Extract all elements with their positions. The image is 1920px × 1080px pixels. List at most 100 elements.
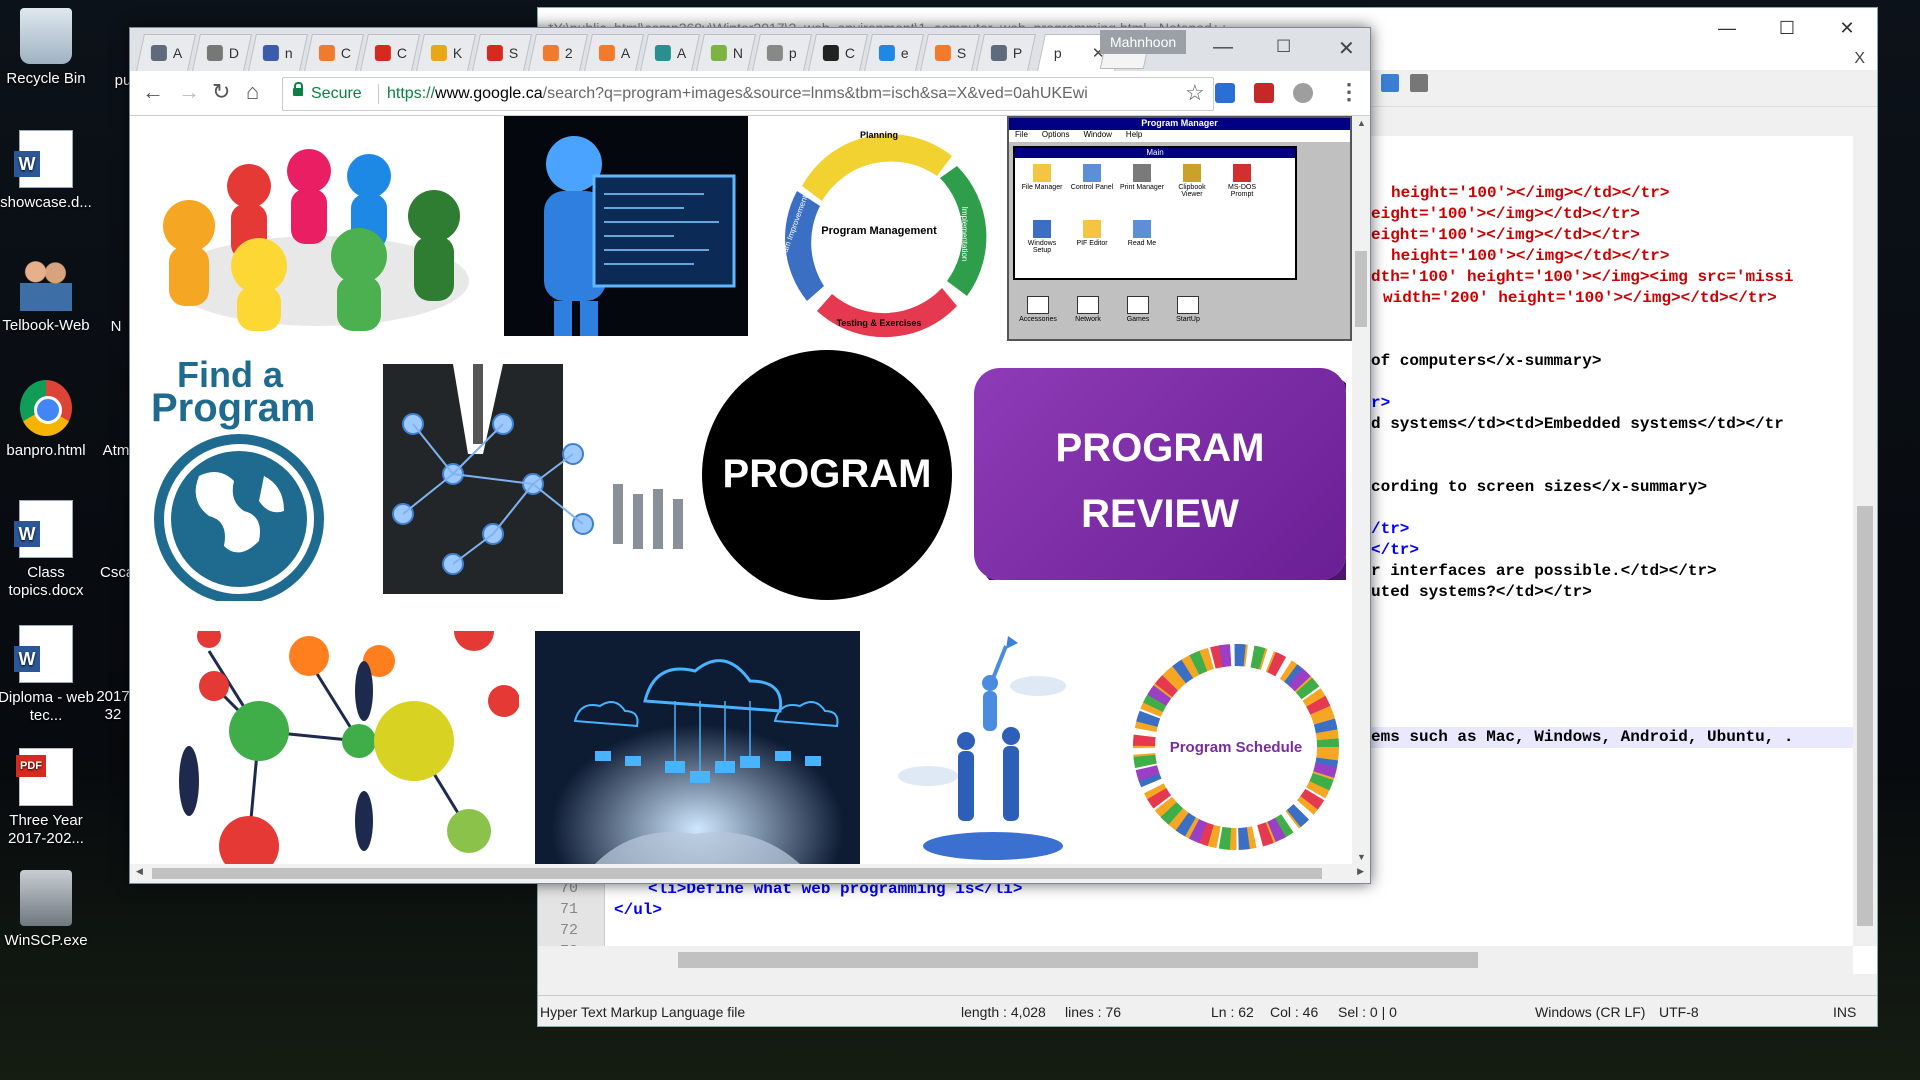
extension-icon[interactable] <box>1254 83 1274 103</box>
site-favicon <box>766 45 783 61</box>
menu-icon[interactable]: ⋮ <box>1338 81 1360 103</box>
tab-7[interactable]: 2 <box>528 34 588 71</box>
scroll-down-icon[interactable]: ▼ <box>1357 852 1366 862</box>
site-favicon <box>486 45 503 61</box>
profile-badge[interactable]: Mahnhoon <box>1100 30 1187 54</box>
image-result-program-management[interactable]: Planning Program Management Implementati… <box>762 116 997 346</box>
tab-2[interactable]: n <box>248 34 308 71</box>
tab-3[interactable]: C <box>304 34 364 71</box>
image-result-program-circle[interactable]: PROGRAM <box>702 350 952 600</box>
address-bar[interactable]: Secure https://www.google.ca/search?q=pr… <box>282 77 1214 111</box>
minimize-icon[interactable]: — <box>1213 36 1233 59</box>
line-number: 71 <box>559 901 578 918</box>
desktop-icon-three-year[interactable]: Three Year 2017-202... <box>0 748 101 848</box>
image-result-teamwork-climb[interactable] <box>888 631 1088 864</box>
reload-icon[interactable]: ↻ <box>212 81 230 103</box>
macro-run-icon[interactable] <box>1410 74 1428 92</box>
scroll-left-icon[interactable]: ◀ <box>136 866 143 877</box>
scrollbar-thumb[interactable] <box>1355 251 1367 327</box>
image-result-program-manager[interactable]: Program Manager File Options Window Help Ma… <box>1007 116 1352 341</box>
tab-label: C <box>844 45 856 61</box>
desktop-icon-showcase[interactable]: showcase.d... <box>0 130 101 212</box>
tab-1[interactable]: D <box>192 34 252 71</box>
desktop-icon-banpro[interactable]: banpro.html <box>0 380 101 460</box>
bookmark-star-icon[interactable]: ☆ <box>1185 80 1205 106</box>
github-favicon <box>822 45 839 61</box>
horizontal-scrollbar[interactable]: ◀ ▶ <box>130 864 1370 883</box>
tab-label: A <box>620 45 631 61</box>
code-line: r> <box>1371 394 1391 412</box>
image-result-find-a-program[interactable]: Find a Program <box>149 356 329 601</box>
site-favicon <box>878 45 895 61</box>
desktop-icon-diploma[interactable]: Diploma - web tec... <box>0 625 101 725</box>
image-result-business-network[interactable] <box>343 364 693 594</box>
vertical-scrollbar[interactable] <box>1853 136 1877 946</box>
desktop-icon-partial[interactable]: 2017 32 <box>96 688 130 724</box>
home-icon[interactable]: ⌂ <box>246 81 259 103</box>
close-document-button[interactable]: X <box>1854 50 1865 68</box>
desktop: Recycle Bin showcase.d... Telbook-Web ba… <box>0 0 1920 1080</box>
site-favicon <box>374 45 391 61</box>
image-result-program-review[interactable]: PROGRAM REVIEW <box>974 368 1346 580</box>
image-result-cloud-hands[interactable] <box>535 631 860 864</box>
desktop-icon-recycle-bin[interactable]: Recycle Bin <box>0 8 101 88</box>
pm-program-icon: Clipbook Viewer <box>1169 164 1215 198</box>
code-line: uted systems?</td></tr> <box>1371 583 1592 601</box>
tab-8[interactable]: A <box>584 34 644 71</box>
tab-14[interactable]: S <box>920 34 980 71</box>
tab-11[interactable]: p <box>752 34 812 71</box>
tab-label: A <box>172 45 183 61</box>
page-favicon <box>206 45 223 61</box>
macro-play-icon[interactable] <box>1381 74 1399 92</box>
desktop-icon-label: showcase.d... <box>0 194 92 211</box>
horizontal-scrollbar[interactable] <box>538 946 1853 974</box>
tab-15[interactable]: P <box>976 34 1036 71</box>
tab-13[interactable]: e <box>864 34 924 71</box>
tab-9[interactable]: A <box>640 34 700 71</box>
close-icon[interactable]: ✕ <box>1817 18 1877 39</box>
site-favicon <box>934 45 951 61</box>
extension-icon[interactable] <box>1293 83 1313 103</box>
scrollbar-thumb[interactable] <box>152 868 1322 879</box>
tab-4[interactable]: C <box>360 34 420 71</box>
tab-label: C <box>340 45 352 61</box>
image-result-network-climbers[interactable] <box>149 631 519 864</box>
desktop-icon-winscp[interactable]: WinSCP.exe <box>0 870 101 950</box>
tab-0[interactable]: A <box>136 34 196 71</box>
tab-label: S <box>508 45 519 61</box>
extension-icon[interactable] <box>1215 83 1235 103</box>
desktop-icon-partial[interactable]: Csca <box>100 564 134 582</box>
scroll-right-icon[interactable]: ▶ <box>1357 866 1364 877</box>
status-encoding: UTF-8 <box>1659 1004 1699 1020</box>
desktop-icon-telbook[interactable]: Telbook-Web <box>0 255 101 335</box>
desktop-icon-class-topics[interactable]: Class topics.docx <box>0 500 101 600</box>
image-result-robot-screen[interactable] <box>504 116 748 336</box>
scrollbar-thumb[interactable] <box>678 952 1478 968</box>
image-result-team-people[interactable] <box>149 116 489 331</box>
tab-10[interactable]: N <box>696 34 756 71</box>
image-result-program-schedule[interactable]: Program Schedule <box>1120 631 1352 864</box>
scroll-up-icon[interactable]: ▲ <box>1357 118 1366 128</box>
status-filetype: Hyper Text Markup Language file <box>540 1004 746 1020</box>
desktop-icon-label: Recycle Bin <box>6 70 86 87</box>
maximize-icon[interactable]: ☐ <box>1276 37 1291 57</box>
site-favicon <box>318 45 335 61</box>
desktop-icon-label: Class topics.docx <box>8 564 84 599</box>
pm-program-icon: File Manager <box>1019 164 1065 191</box>
code-line: dth='100' height='100'></img><img src='m… <box>1371 268 1794 286</box>
close-icon[interactable]: ✕ <box>1338 36 1355 61</box>
maximize-icon[interactable]: ☐ <box>1757 18 1817 39</box>
desktop-icon-partial[interactable]: N <box>106 318 126 336</box>
secure-label: Secure <box>311 85 362 102</box>
tab-12[interactable]: C <box>808 34 868 71</box>
pdf-icon <box>16 748 73 806</box>
minimize-icon[interactable]: — <box>1697 18 1757 39</box>
tab-6[interactable]: S <box>472 34 532 71</box>
back-icon[interactable]: ← <box>142 81 164 103</box>
scrollbar-thumb[interactable] <box>1857 506 1873 926</box>
forward-icon[interactable]: → <box>178 81 200 103</box>
status-mode: INS <box>1833 1004 1857 1020</box>
tab-5[interactable]: K <box>416 34 476 71</box>
vertical-scrollbar[interactable]: ▲ ▼ <box>1352 116 1370 864</box>
url-text[interactable]: https://www.google.ca/search?q=program+i… <box>387 85 1172 103</box>
